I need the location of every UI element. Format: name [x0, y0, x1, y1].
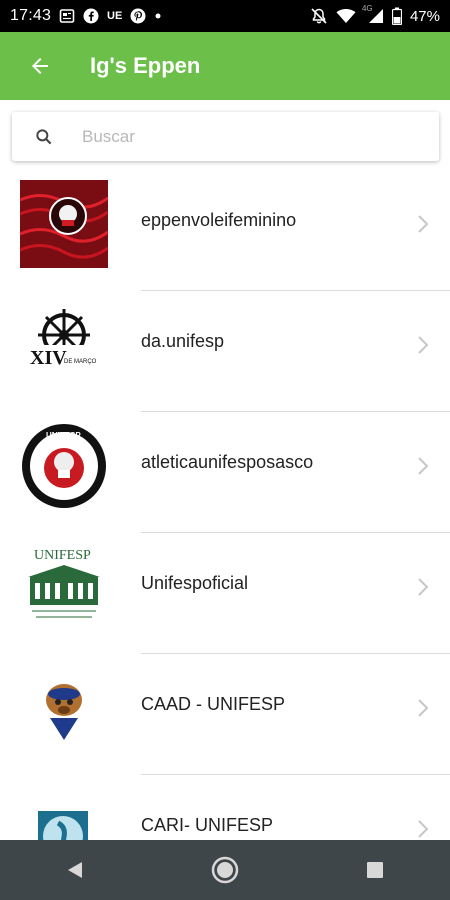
- list-item-label: atleticaunifesposasco: [141, 452, 314, 472]
- chevron-right-icon: [418, 699, 429, 717]
- atletica-logo-text: UNIFESP: [46, 431, 81, 440]
- chevron-right-icon: [418, 578, 429, 596]
- list-item[interactable]: UNIFESP Unifespoficial: [0, 533, 450, 653]
- search-bar[interactable]: [12, 112, 439, 161]
- list-item[interactable]: UNIFESP atleticaunifesposasco: [0, 412, 450, 532]
- list-item-label: CAAD - UNIFESP: [141, 694, 286, 714]
- list-item-label: da.unifesp: [141, 331, 225, 351]
- list-item-label: CARI- UNIFESP: [141, 815, 274, 835]
- nav-home-button[interactable]: [195, 845, 255, 895]
- arrow-back-icon: [32, 58, 48, 74]
- list-item-label: Unifespoficial: [141, 573, 249, 593]
- list-item[interactable]: CARI- UNIFESP: [0, 775, 450, 840]
- chevron-right-icon: [418, 336, 429, 354]
- back-triangle-icon: [68, 862, 82, 878]
- back-button[interactable]: [20, 46, 60, 86]
- nav-back-button[interactable]: [45, 845, 105, 895]
- list-item[interactable]: XIV DE MARÇO da.unifesp: [0, 291, 450, 411]
- search-input[interactable]: [80, 125, 404, 148]
- home-circle-icon: [211, 856, 239, 884]
- da-unifesp-logo-text: XIV: [30, 347, 67, 369]
- search-icon: [36, 128, 52, 144]
- chevron-right-icon: [418, 457, 429, 475]
- status-left: 17:43 UE: [10, 7, 162, 25]
- caad-unifesp-avatar: [20, 664, 108, 752]
- cari-unifesp-avatar: [20, 785, 108, 840]
- atleticaunifesposasco-avatar: UNIFESP: [20, 422, 108, 510]
- eppenvoleifeminino-avatar: [20, 180, 108, 268]
- dot-icon: [154, 12, 162, 20]
- news-icon: [59, 8, 75, 24]
- network-type-label: 4G: [361, 4, 373, 13]
- status-time: 17:43: [10, 7, 52, 24]
- battery-icon: [391, 7, 402, 25]
- signal-icon: 4G: [362, 4, 384, 24]
- unifespoficial-avatar: UNIFESP: [20, 543, 108, 631]
- chevron-right-icon: [418, 820, 429, 838]
- chevron-right-icon: [418, 215, 429, 233]
- status-right: 4G 47%: [310, 4, 440, 25]
- battery-percent: 47%: [409, 7, 440, 25]
- status-bar: 17:43 UE 4G 47%: [0, 0, 450, 32]
- system-nav-bar: [0, 840, 450, 900]
- pinterest-icon: [130, 8, 146, 24]
- recents-square-icon: [367, 862, 383, 878]
- mute-bell-icon: [310, 7, 328, 25]
- list-item-label: eppenvoleifeminino: [141, 210, 297, 230]
- facebook-icon: [83, 8, 99, 24]
- account-list: eppenvoleifeminino XIV DE MARÇO da.unife: [0, 170, 450, 840]
- wifi-icon: [336, 8, 356, 24]
- da-unifesp-avatar: XIV DE MARÇO: [20, 301, 108, 389]
- page-title: Ig's Eppen: [90, 53, 201, 78]
- list-item[interactable]: CAAD - UNIFESP: [0, 654, 450, 774]
- list-item[interactable]: eppenvoleifeminino: [0, 170, 450, 290]
- da-unifesp-logo-subtext: DE MARÇO: [64, 359, 97, 365]
- ue-text-icon: UE: [107, 10, 123, 22]
- app-bar: Ig's Eppen: [0, 32, 450, 100]
- nav-recents-button[interactable]: [345, 845, 405, 895]
- unifesp-logo-text: UNIFESP: [34, 548, 91, 563]
